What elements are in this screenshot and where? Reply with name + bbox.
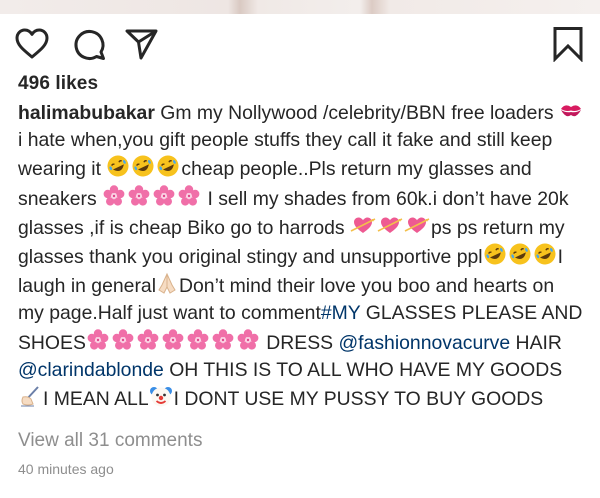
caption-text: I DONT USE MY PUSSY TO BUY GOODS: [173, 388, 544, 411]
cherry-blossom-icon: [177, 184, 201, 208]
kiss-lips-icon: [559, 98, 583, 122]
post-action-bar: [0, 22, 600, 66]
caption-mention-link[interactable]: @fashionnovacurve: [338, 332, 510, 354]
caption-text: DRESS: [260, 331, 339, 354]
cherry-blossom-icon: [136, 328, 160, 352]
caption-text: OH THIS IS TO ALL WHO HAVE MY GOODS: [163, 358, 563, 381]
cherry-blossom-icon: [152, 184, 176, 208]
post-image-bottom-edge: [0, 0, 600, 14]
cherry-blossom-icon: [236, 328, 260, 352]
rofl-face-icon: [131, 154, 155, 178]
view-all-comments-link[interactable]: View all 31 comments: [18, 430, 202, 452]
cherry-blossom-icon: [102, 184, 126, 208]
cherry-blossom-icon: [186, 328, 210, 352]
share-icon[interactable]: [124, 26, 160, 62]
comment-icon[interactable]: [72, 26, 108, 62]
rofl-face-icon: [483, 242, 507, 266]
likes-count[interactable]: 496 likes: [18, 73, 98, 95]
caption-text: HAIR: [510, 331, 562, 354]
rofl-face-icon: [106, 154, 130, 178]
heart-arrow-icon: [377, 213, 403, 237]
heart-icon[interactable]: [14, 26, 50, 62]
caption-username-link[interactable]: halimabubakar: [18, 102, 155, 124]
cherry-blossom-icon: [211, 328, 235, 352]
cherry-blossom-icon: [161, 328, 185, 352]
rofl-face-icon: [533, 242, 557, 266]
rofl-face-icon: [508, 242, 532, 266]
post-caption: halimabubakar Gm my Nollywood /celebrity…: [18, 98, 584, 413]
cherry-blossom-icon: [127, 184, 151, 208]
clown-face-icon: [149, 384, 173, 408]
post-timestamp: 40 minutes ago: [18, 461, 114, 477]
rofl-face-icon: [156, 154, 180, 178]
heart-arrow-icon: [350, 213, 376, 237]
caption-text: Gm my Nollywood /celebrity/BBN free load…: [154, 102, 559, 124]
folded-hands-icon: [156, 271, 178, 295]
heart-arrow-icon: [404, 213, 430, 237]
caption-mention-link[interactable]: @clarindablonde: [18, 359, 164, 381]
caption-hashtag-link[interactable]: #MY: [321, 302, 361, 324]
cherry-blossom-icon: [86, 328, 110, 352]
bookmark-icon[interactable]: [552, 26, 584, 62]
writing-hand-icon: [18, 384, 42, 408]
cherry-blossom-icon: [111, 328, 135, 352]
caption-text: I MEAN ALL: [43, 388, 149, 411]
